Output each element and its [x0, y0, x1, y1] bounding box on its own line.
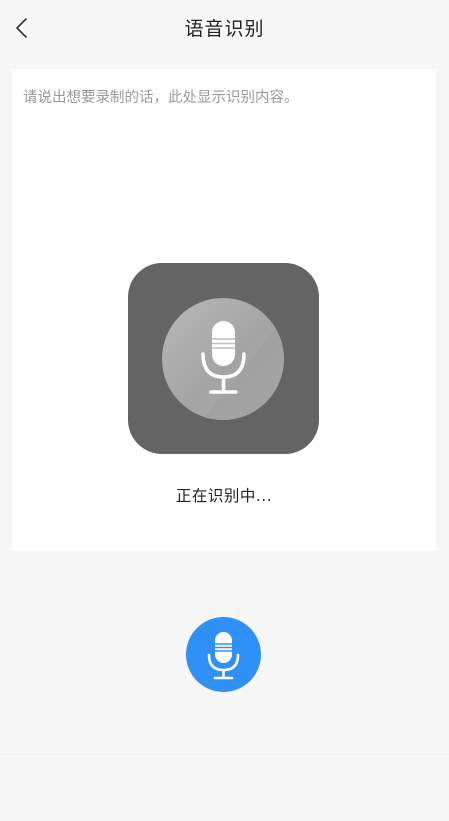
record-button[interactable]: [186, 617, 261, 692]
recognition-status: 正在识别中...: [175, 487, 273, 505]
listening-indicator: [128, 263, 319, 454]
recognition-card: 请说出想要录制的话，此处显示识别内容。 正在识别中...: [12, 69, 436, 551]
page-title: 语音识别: [184, 18, 265, 40]
recognition-result-text: 请说出想要录制的话，此处显示识别内容。: [23, 90, 299, 106]
mic-circle: [162, 298, 284, 420]
bottom-area: [0, 755, 449, 821]
navigation-bar: 语音识别: [0, 4, 449, 54]
